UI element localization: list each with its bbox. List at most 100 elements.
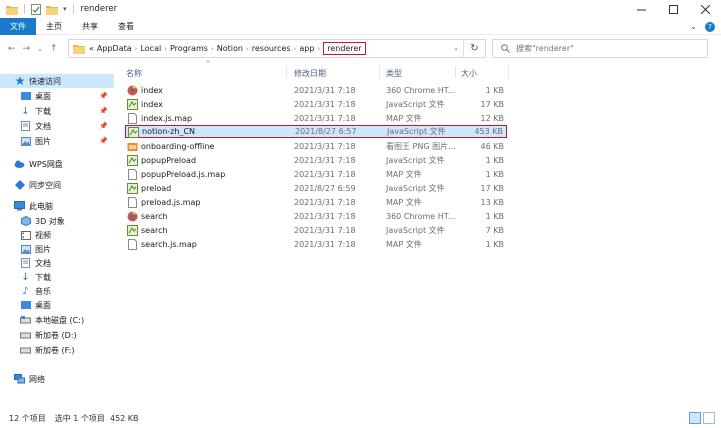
close-button[interactable] <box>689 0 721 18</box>
maximize-button[interactable] <box>657 0 689 18</box>
sidebar-scrollbar[interactable] <box>115 62 118 406</box>
picture-icon <box>20 136 31 147</box>
up-arrow-icon[interactable]: ↑ <box>50 44 58 54</box>
file-row-selected[interactable]: notion-zh_CN 2021/8/27 6:57 JavaScript 文… <box>125 125 507 138</box>
recent-locations-icon[interactable]: ⌄ <box>37 45 43 53</box>
breadcrumb-renderer[interactable]: renderer <box>323 42 366 55</box>
desktop-icon <box>20 300 31 311</box>
column-type[interactable]: 类型 <box>386 68 402 79</box>
sidebar-item-pictures-pc[interactable]: 图片 <box>0 242 114 256</box>
chevron-right-icon[interactable]: › <box>135 45 138 53</box>
new-folder-icon[interactable] <box>46 4 58 15</box>
pin-icon[interactable]: 📌 <box>99 107 108 115</box>
column-divider[interactable] <box>286 66 287 78</box>
sidebar-item-downloads-pc[interactable]: ↓ 下载 <box>0 270 114 284</box>
sidebar-item-wps-drive[interactable]: WPS网盘 <box>0 157 114 171</box>
sidebar-item-documents-pc[interactable]: 文档 <box>0 256 114 270</box>
sidebar-item-quick-access[interactable]: 快速访问 <box>0 74 114 88</box>
file-date: 2021/3/31 7:18 <box>294 212 356 221</box>
tab-view[interactable]: 查看 <box>108 18 144 35</box>
folder-icon <box>73 45 85 54</box>
expand-ribbon-icon[interactable]: ⌄ <box>690 22 697 31</box>
search-input[interactable] <box>516 44 696 53</box>
properties-icon[interactable] <box>31 3 41 15</box>
chevron-right-icon[interactable]: › <box>211 45 214 53</box>
customize-toolbar-icon[interactable]: ▾ <box>63 5 67 13</box>
chevron-right-icon[interactable]: › <box>294 45 297 53</box>
sidebar-item-desktop-pc[interactable]: 桌面 <box>0 298 114 312</box>
column-size[interactable]: 大小 <box>461 68 477 79</box>
address-bar[interactable]: « AppData › Local › Programs › Notion › … <box>68 39 486 58</box>
file-name: popupPreload <box>141 156 197 165</box>
column-divider[interactable] <box>455 66 456 78</box>
file-row[interactable]: popupPreload.js.map 2021/3/31 7:18 MAP 文… <box>125 168 507 181</box>
file-row[interactable]: preload.js.map 2021/3/31 7:18 MAP 文件 13 … <box>125 196 507 209</box>
breadcrumb-appdata[interactable]: AppData <box>97 44 132 53</box>
sidebar-item-drive-c[interactable]: 本地磁盘 (C:) <box>0 313 114 327</box>
column-divider[interactable] <box>508 66 509 78</box>
file-row[interactable]: popupPreload 2021/3/31 7:18 JavaScript 文… <box>125 154 507 167</box>
breadcrumb-programs[interactable]: Programs <box>170 44 208 53</box>
file-date: 2021/3/31 7:18 <box>294 100 356 109</box>
chevron-right-icon[interactable]: › <box>246 45 249 53</box>
file-row[interactable]: index 2021/3/31 7:18 360 Chrome HT... 1 … <box>125 84 507 97</box>
sidebar-item-label: 桌面 <box>35 91 51 101</box>
file-type: JavaScript 文件 <box>386 156 445 165</box>
pin-icon[interactable]: 📌 <box>99 137 108 145</box>
status-bar: 12 个项目 选中 1 个项目 452 KB <box>0 408 721 428</box>
sidebar-item-label: 本地磁盘 (C:) <box>35 315 85 325</box>
file-row[interactable]: index 2021/3/31 7:18 JavaScript 文件 17 KB <box>125 98 507 111</box>
quick-access-toolbar: ▾ <box>0 3 75 15</box>
breadcrumb-resources[interactable]: resources <box>252 44 291 53</box>
sidebar-item-music[interactable]: ♪ 音乐 <box>0 284 114 298</box>
column-divider[interactable] <box>379 66 380 78</box>
large-icons-view-button[interactable] <box>703 412 715 424</box>
file-row[interactable]: search 2021/3/31 7:18 JavaScript 文件 7 KB <box>125 224 507 237</box>
file-date: 2021/8/27 6:59 <box>294 184 356 193</box>
chevron-right-icon[interactable]: › <box>164 45 167 53</box>
sidebar-item-documents[interactable]: 文档 📌 <box>0 119 114 133</box>
file-size: 453 KB <box>474 127 503 136</box>
file-name: search.js.map <box>141 240 197 249</box>
chevron-right-icon[interactable]: › <box>317 45 320 53</box>
tab-file[interactable]: 文件 <box>0 17 36 35</box>
breadcrumb-app[interactable]: app <box>299 44 314 53</box>
file-row[interactable]: index.js.map 2021/3/31 7:18 MAP 文件 12 KB <box>125 112 507 125</box>
pin-icon[interactable]: 📌 <box>99 122 108 130</box>
sidebar-item-3d-objects[interactable]: 3D 对象 <box>0 214 114 228</box>
sidebar-item-label: 图片 <box>35 136 51 146</box>
tab-share[interactable]: 共享 <box>72 18 108 35</box>
breadcrumb-notion[interactable]: Notion <box>217 44 243 53</box>
search-box[interactable] <box>492 39 708 58</box>
sidebar-item-pictures[interactable]: 图片 📌 <box>0 134 114 148</box>
sidebar-item-drive-f[interactable]: 新加卷 (F:) <box>0 343 114 357</box>
file-row[interactable]: search 2021/3/31 7:18 360 Chrome HT... 1… <box>125 210 507 223</box>
sidebar-item-sync-space[interactable]: 同步空间 <box>0 178 114 192</box>
back-arrow-icon[interactable]: ← <box>8 44 16 54</box>
minimize-button[interactable] <box>625 0 657 18</box>
help-icon[interactable]: ? <box>705 21 715 32</box>
file-row[interactable]: search.js.map 2021/3/31 7:18 MAP 文件 1 KB <box>125 238 507 251</box>
column-name[interactable]: 名称 <box>126 68 142 79</box>
file-row[interactable]: onboarding-offline 2021/3/31 7:18 看图王 PN… <box>125 140 507 153</box>
sidebar-item-this-pc[interactable]: 此电脑 <box>0 199 114 213</box>
address-history-dropdown-icon[interactable]: ⌄ <box>453 44 459 52</box>
column-date[interactable]: 修改日期 <box>294 68 326 79</box>
sidebar-item-videos[interactable]: 视频 <box>0 228 114 242</box>
js-icon <box>127 155 138 166</box>
js-icon <box>127 183 138 194</box>
refresh-button[interactable]: ↻ <box>463 40 485 57</box>
sidebar-item-network[interactable]: 网络 <box>0 372 114 386</box>
file-name: index <box>141 100 163 109</box>
forward-arrow-icon[interactable]: → <box>23 44 31 54</box>
breadcrumb-overflow[interactable]: « <box>89 44 94 53</box>
file-row[interactable]: preload 2021/8/27 6:59 JavaScript 文件 17 … <box>125 182 507 195</box>
pin-icon[interactable]: 📌 <box>99 92 108 100</box>
sidebar-item-desktop[interactable]: 桌面 📌 <box>0 89 114 103</box>
tab-home[interactable]: 主页 <box>36 18 72 35</box>
sidebar-item-drive-d[interactable]: 新加卷 (D:) <box>0 328 114 342</box>
details-view-button[interactable] <box>689 412 701 424</box>
breadcrumb-local[interactable]: Local <box>140 44 161 53</box>
window-controls <box>625 0 721 18</box>
sidebar-item-downloads[interactable]: ↓ 下载 📌 <box>0 104 114 118</box>
